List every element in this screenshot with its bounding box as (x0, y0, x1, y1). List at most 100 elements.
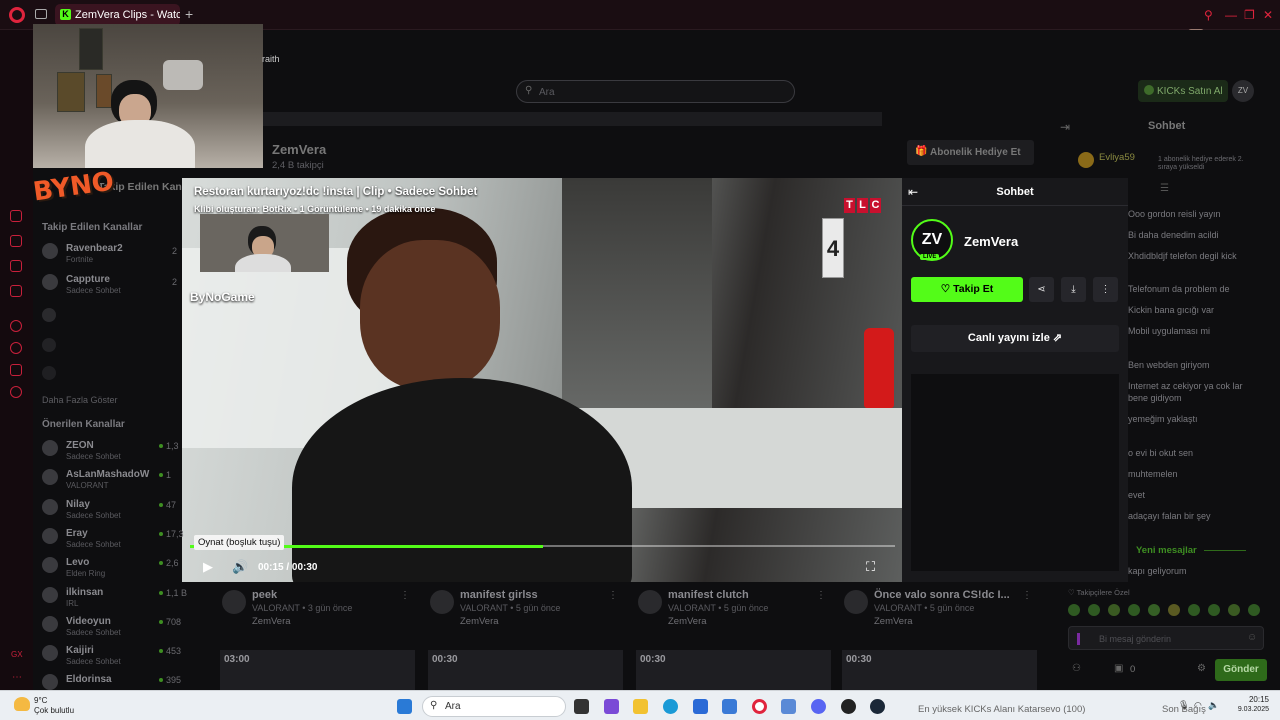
new-tab-icon[interactable]: + (185, 6, 193, 22)
sidebar-settings-icon[interactable] (10, 386, 22, 398)
chat-settings-icon[interactable]: ⚙ (1197, 663, 1206, 674)
send-button[interactable]: Gönder (1215, 659, 1267, 681)
clip-channel-avatar[interactable] (430, 590, 454, 614)
channel-name[interactable]: Videoyun (66, 616, 111, 627)
kicks-wallet-icon[interactable]: ▣ (1114, 663, 1123, 674)
more-icon[interactable]: ⋯ (12, 672, 22, 683)
modal-channel-name[interactable]: ZemVera (964, 234, 1018, 249)
sidebar-player-icon[interactable] (10, 320, 22, 332)
sidebar-bag-icon[interactable] (10, 235, 22, 247)
gx-icon[interactable]: GX (11, 650, 23, 659)
play-icon[interactable]: ▶ (203, 559, 213, 575)
opera-gx-taskbar-icon[interactable] (752, 699, 767, 714)
share-button[interactable]: ⋖ (1029, 277, 1054, 302)
task-view-icon[interactable] (574, 699, 589, 714)
channel-name[interactable]: ZEON (66, 440, 94, 451)
widgets-icon[interactable] (604, 699, 619, 714)
emoji-icon[interactable]: ☺ (1247, 632, 1257, 643)
emote-icon[interactable] (1108, 604, 1120, 616)
taskbar-clock[interactable]: 20:15 (1233, 695, 1269, 704)
close-icon[interactable]: ✕ (1263, 8, 1273, 22)
emote-icon[interactable] (1228, 604, 1240, 616)
taskbar-date[interactable]: 9.03.2025 (1222, 706, 1269, 713)
channel-name[interactable]: Levo (66, 557, 89, 568)
maximize-icon[interactable]: ❐ (1244, 8, 1255, 22)
channel-name[interactable]: Ravenbear2 (66, 243, 123, 254)
emote-icon[interactable] (1208, 604, 1220, 616)
collapse-chat-icon[interactable]: ⇥ (1060, 120, 1070, 134)
chat-filter-icon[interactable]: ☰ (1160, 183, 1169, 194)
sidebar-history-icon[interactable] (10, 342, 22, 354)
wall-poster (96, 74, 112, 108)
channel-avatar (42, 586, 58, 603)
kicks-count: 0 (1130, 664, 1136, 675)
emote-icon[interactable] (1168, 604, 1180, 616)
clip-more-icon[interactable]: ⋮ (608, 590, 618, 601)
clip-more-icon[interactable]: ⋮ (816, 590, 826, 601)
weather-icon[interactable] (14, 697, 30, 711)
clip-title[interactable]: manifest girlss (460, 589, 538, 601)
buy-kicks-button[interactable]: KICKs Satın Al (1138, 80, 1228, 102)
volume-icon[interactable]: 🔊 (232, 559, 248, 575)
clip-more-icon[interactable]: ⋮ (400, 590, 410, 601)
steam-icon[interactable] (870, 699, 885, 714)
channel-name[interactable]: Eray (66, 528, 88, 539)
sidebar-chat-icon[interactable] (10, 260, 22, 272)
clip-channel[interactable]: ZemVera (252, 616, 291, 627)
emote-icon[interactable] (1128, 604, 1140, 616)
gift-sub-button[interactable]: 🎁 Abonelik Hediye Et (907, 140, 1034, 165)
emote-icon[interactable] (1248, 604, 1260, 616)
windows-start-icon[interactable] (397, 699, 412, 714)
site-search[interactable]: ⚲ Ara (516, 80, 795, 103)
channel-name[interactable]: Eldorinsa (66, 674, 112, 685)
clip-channel[interactable]: ZemVera (460, 616, 499, 627)
more-options-button[interactable]: ⋮ (1093, 277, 1118, 302)
clip-more-icon[interactable]: ⋮ (1022, 590, 1032, 601)
taskbar-search[interactable]: ⚲ Ara (422, 696, 566, 717)
clip-channel-avatar[interactable] (844, 590, 868, 614)
emote-icon[interactable] (1088, 604, 1100, 616)
clip-title[interactable]: peek (252, 589, 277, 601)
clip-title[interactable]: Önce valo sonra CS!dc I... (874, 589, 1010, 601)
emote-icon[interactable] (1068, 604, 1080, 616)
people-icon[interactable]: ⚇ (1072, 663, 1081, 674)
live-dot (159, 619, 163, 624)
follow-button[interactable]: ♡ Takip Et (911, 277, 1023, 302)
clip-age: 5 gün önce (929, 603, 975, 613)
file-explorer-icon[interactable] (633, 699, 648, 714)
tab-list-icon[interactable] (35, 9, 47, 19)
clip-channel[interactable]: ZemVera (668, 616, 707, 627)
channel-name[interactable]: AsLanMashadoW (66, 469, 149, 480)
obs-icon[interactable] (841, 699, 856, 714)
speaker-icon[interactable]: 🔈 (1208, 700, 1219, 711)
chat-message: Ooo gordon reisli yayın (1128, 209, 1221, 219)
chat-input[interactable]: Bi mesaj gönderin ☺ (1068, 626, 1264, 650)
sidebar-home-icon[interactable] (10, 210, 22, 222)
clip-channel-avatar[interactable] (222, 590, 246, 614)
channel-name[interactable]: Nilay (66, 499, 90, 510)
browser-tab[interactable]: K ZemVera Clips - Watch Live (55, 4, 180, 26)
clip-channel[interactable]: ZemVera (874, 616, 913, 627)
fullscreen-icon[interactable]: ⛶ (866, 559, 875, 575)
opera-logo-icon[interactable] (9, 7, 25, 23)
app-icon[interactable] (781, 699, 796, 714)
sidebar-bookmark-icon[interactable] (10, 364, 22, 376)
download-button[interactable]: ⤓ (1061, 277, 1086, 302)
watch-live-button[interactable]: Canlı yayını izle ⇗ (911, 325, 1119, 352)
user-avatar[interactable]: ZV (1232, 80, 1254, 102)
channel-name[interactable]: ilkinsan (66, 587, 103, 598)
show-more-link[interactable]: Daha Fazla Göster (42, 395, 118, 405)
sidebar-messenger-icon[interactable] (10, 285, 22, 297)
discord-icon[interactable] (811, 699, 826, 714)
outlook-icon[interactable] (722, 699, 737, 714)
emote-icon[interactable] (1148, 604, 1160, 616)
minimize-icon[interactable]: — (1225, 8, 1237, 22)
channel-name[interactable]: Kaijiri (66, 645, 94, 656)
channel-name[interactable]: Cappture (66, 274, 110, 285)
edge-icon[interactable] (663, 699, 678, 714)
search-icon[interactable]: ⚲ (1204, 8, 1213, 22)
clip-title[interactable]: manifest clutch (668, 589, 749, 601)
clip-channel-avatar[interactable] (638, 590, 662, 614)
emote-icon[interactable] (1188, 604, 1200, 616)
store-icon[interactable] (693, 699, 708, 714)
